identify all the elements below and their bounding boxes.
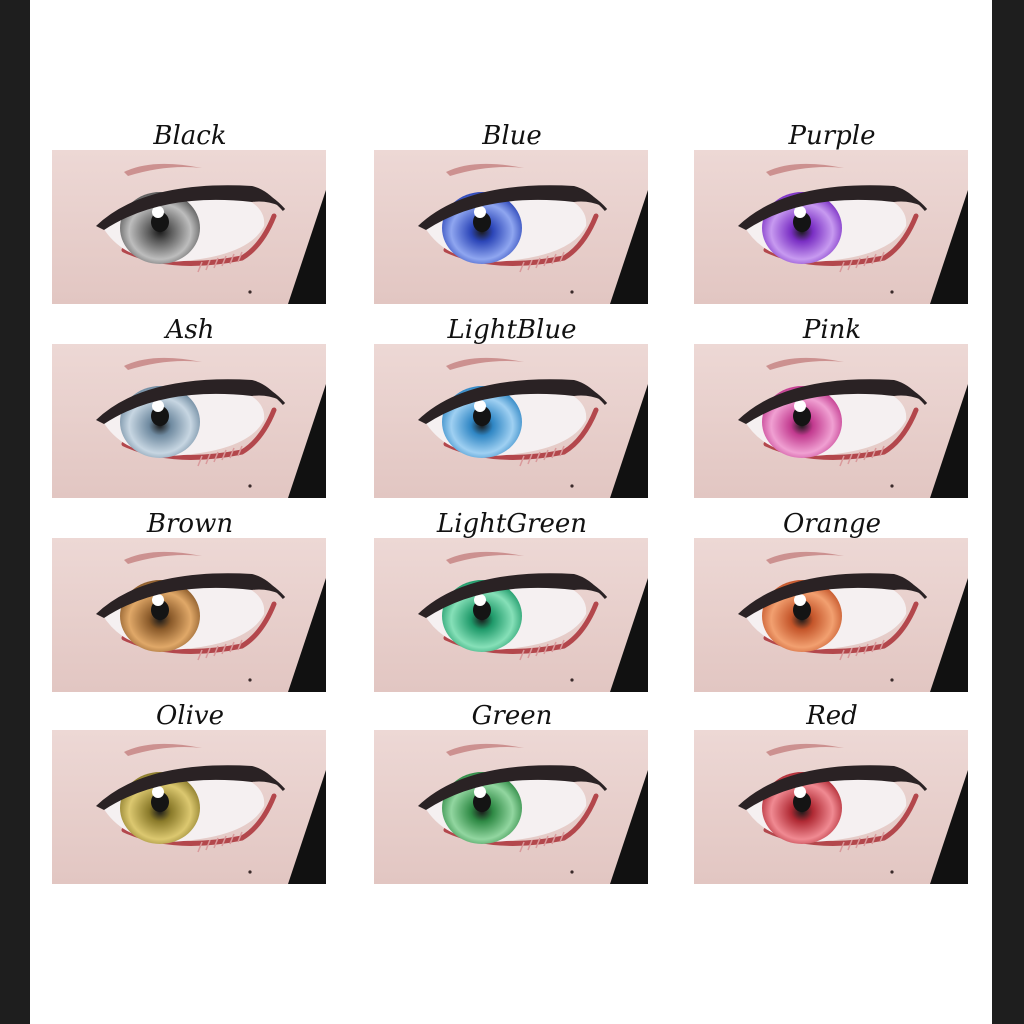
swatch-label: Brown (146, 509, 234, 539)
eye-swatch-lightblue: LightBlue (374, 315, 650, 498)
swatch-label: Blue (482, 121, 542, 151)
swatch-label: Black (153, 121, 227, 151)
eye-illustration (52, 538, 326, 692)
swatch-sheet: Black Blue Purple Ash LightBlue Pink Brown Ligh… (30, 0, 992, 1024)
eye-swatch-blue: Blue (374, 121, 650, 304)
eye-swatch-pink: Pink (694, 315, 970, 498)
eye-illustration (374, 150, 648, 304)
eye-illustration (694, 538, 968, 692)
swatch-label: LightGreen (436, 509, 588, 539)
swatch-label: Orange (782, 509, 882, 539)
eye-swatch-black: Black (52, 121, 328, 304)
eye-illustration (694, 150, 968, 304)
eye-swatch-orange: Orange (694, 509, 970, 692)
swatch-label: Purple (788, 121, 876, 151)
eye-illustration (374, 538, 648, 692)
eye-swatch-brown: Brown (52, 509, 328, 692)
eye-illustration (374, 730, 648, 884)
swatch-label: Olive (155, 701, 225, 731)
eye-illustration (52, 344, 326, 498)
eye-swatch-purple: Purple (694, 121, 970, 304)
eye-illustration (52, 150, 326, 304)
swatch-label: Pink (802, 315, 862, 345)
eye-illustration (694, 730, 968, 884)
eye-swatch-olive: Olive (52, 701, 328, 884)
eye-swatch-ash: Ash (52, 315, 328, 498)
swatch-label: LightBlue (447, 315, 577, 345)
swatch-label: Green (471, 701, 553, 731)
eye-swatch-lightgreen: LightGreen (374, 509, 650, 692)
eye-illustration (374, 344, 648, 498)
swatch-label: Red (806, 701, 858, 731)
eye-swatch-red: Red (694, 701, 970, 884)
swatch-label: Ash (165, 315, 215, 345)
eye-illustration (694, 344, 968, 498)
eye-swatch-green: Green (374, 701, 650, 884)
eye-illustration (52, 730, 326, 884)
